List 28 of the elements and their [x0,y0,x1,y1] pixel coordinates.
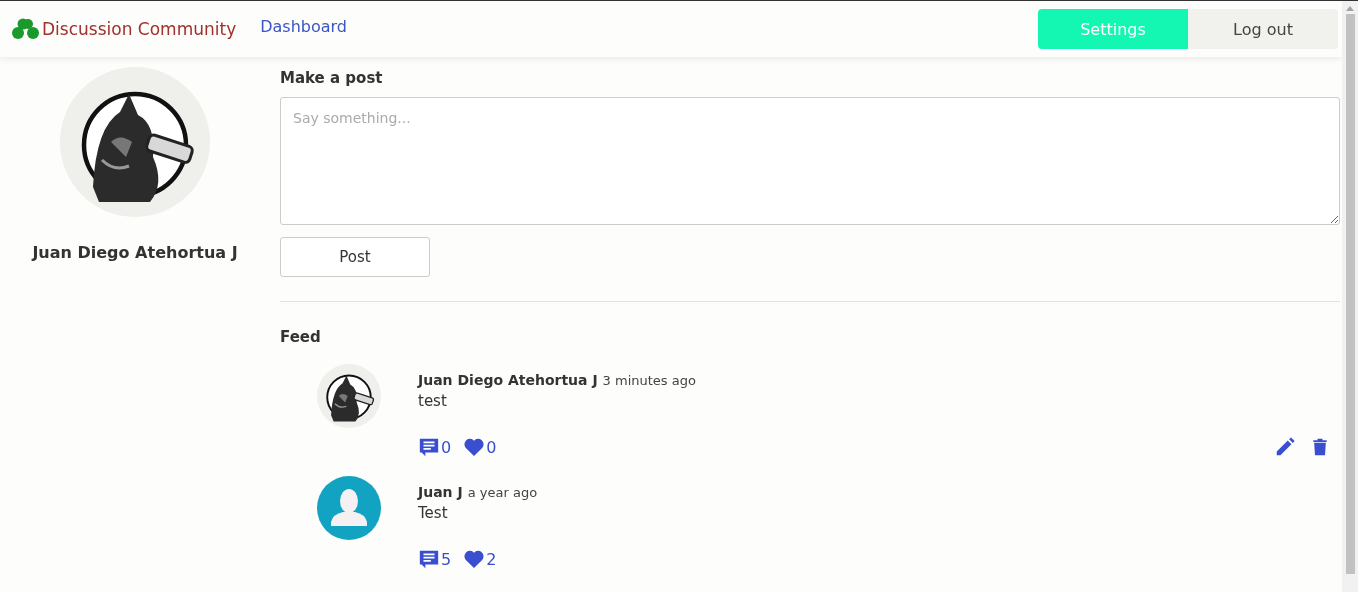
scrollbar[interactable] [1342,1,1358,592]
trash-icon[interactable] [1310,436,1330,458]
comment-icon[interactable] [418,548,440,570]
post-author[interactable]: Juan J [418,484,463,500]
comment-count: 0 [441,437,452,457]
dashboard-link[interactable]: Dashboard [260,16,347,36]
logo-icon [11,17,41,41]
heart-icon[interactable] [463,437,486,457]
post-button[interactable]: Post [280,237,430,277]
brand-name[interactable]: Discussion Community [42,19,237,39]
section-title: Make a post [280,69,384,87]
post-text: test [418,392,448,410]
avatar-icon [317,476,381,540]
profile-name: Juan Diego Atehortua J [32,243,238,262]
post-time: a year ago [467,485,538,500]
section-title: Feed [280,328,322,346]
scrollbar-thumb[interactable] [1345,14,1355,574]
post-field[interactable]: Say something... [280,97,1340,225]
comment-count: 5 [441,549,452,569]
like-count: 2 [486,549,497,569]
post-text: Test [418,504,449,522]
post-time: 3 minutes ago [602,373,696,388]
comment-icon[interactable] [418,436,440,458]
nav-button[interactable]: Log out [1188,9,1338,49]
heart-icon[interactable] [463,549,486,569]
post-author[interactable]: Juan Diego Atehortua J [418,372,598,388]
pencil-icon[interactable] [1274,436,1296,458]
like-count: 0 [486,437,497,457]
